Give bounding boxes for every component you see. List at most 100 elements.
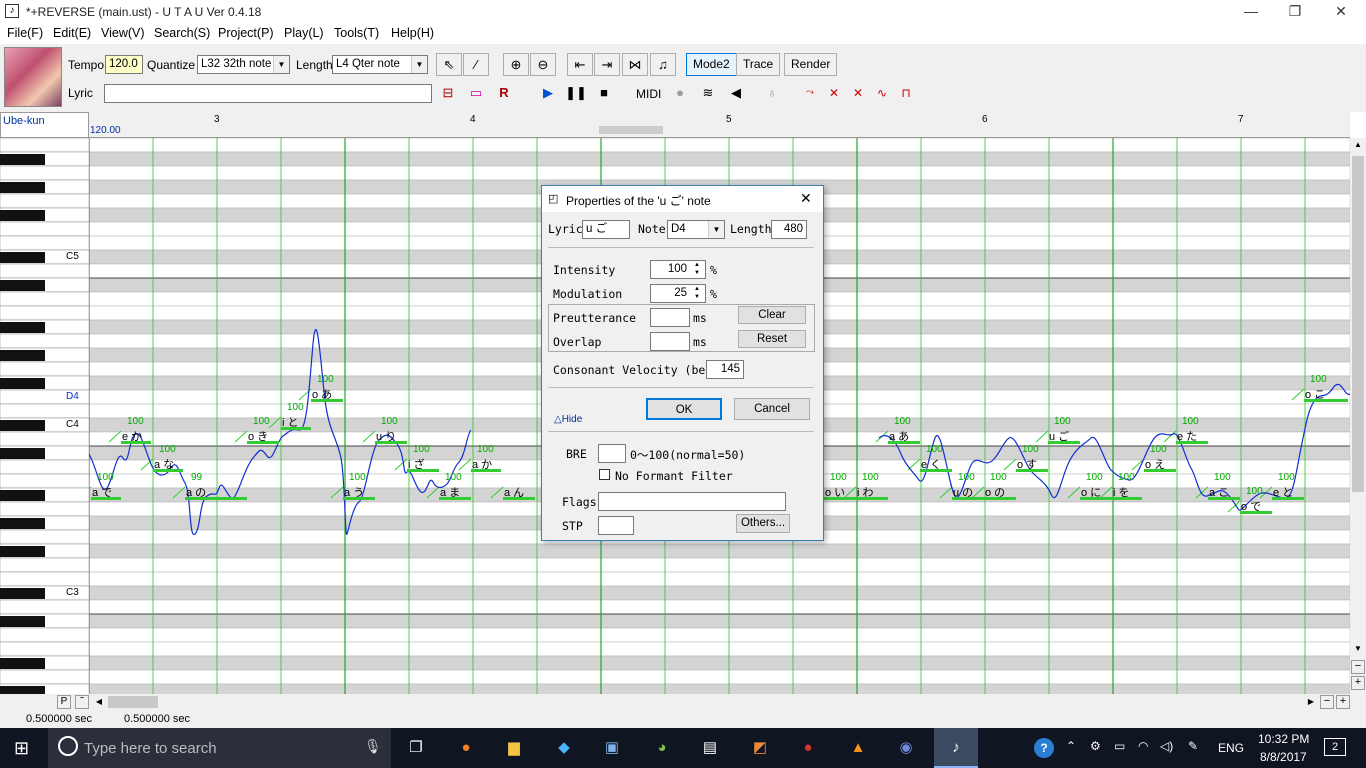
white-key[interactable] bbox=[0, 627, 89, 643]
white-key[interactable] bbox=[0, 641, 89, 657]
mode2-button[interactable]: Mode2 bbox=[686, 53, 737, 76]
white-key[interactable] bbox=[0, 291, 89, 307]
white-key[interactable] bbox=[0, 361, 89, 377]
task-view-icon[interactable]: ❐ bbox=[402, 734, 430, 762]
preutterance-field[interactable] bbox=[650, 308, 690, 327]
bre-field[interactable] bbox=[598, 444, 626, 463]
black-key[interactable] bbox=[0, 350, 45, 361]
rest-note-icon[interactable]: R bbox=[492, 82, 516, 104]
app-icon-paint[interactable]: ▣ bbox=[598, 734, 626, 762]
others-button[interactable]: Others... bbox=[736, 514, 790, 533]
zoom-vertical-out-icon[interactable]: − bbox=[1351, 660, 1365, 674]
black-key[interactable] bbox=[0, 280, 45, 291]
note-lyric[interactable]: o で bbox=[1241, 498, 1261, 514]
white-key[interactable] bbox=[0, 669, 89, 685]
hide-link[interactable]: △Hide bbox=[554, 414, 582, 425]
white-key[interactable] bbox=[0, 193, 89, 209]
plugin-opt-icon[interactable]: ∿ bbox=[870, 82, 894, 104]
app-icon-leaf[interactable]: ◕ bbox=[648, 734, 676, 762]
scroll-left-icon[interactable]: ◀ bbox=[92, 695, 106, 709]
note-lyric[interactable]: a あ bbox=[889, 428, 909, 444]
zoom-vertical-in-icon[interactable]: + bbox=[1351, 676, 1365, 690]
piano-keyboard[interactable]: C5 D4 C4 C3 bbox=[0, 138, 89, 694]
note-lyric[interactable]: e た bbox=[1177, 428, 1197, 444]
pause-icon[interactable]: ❚❚ bbox=[564, 82, 588, 104]
fl-studio-icon[interactable]: ▲ bbox=[844, 734, 872, 762]
audio-editor-icon[interactable]: ◩ bbox=[746, 734, 774, 762]
language-indicator[interactable]: ENG bbox=[1218, 741, 1244, 755]
black-key[interactable] bbox=[0, 182, 45, 193]
white-key[interactable] bbox=[0, 459, 89, 475]
wifi-icon[interactable]: ◠ bbox=[1138, 739, 1148, 753]
white-key[interactable] bbox=[0, 138, 89, 153]
firefox-icon[interactable]: ● bbox=[452, 734, 480, 762]
note-lyric[interactable]: e と bbox=[1273, 484, 1293, 500]
black-key[interactable] bbox=[0, 420, 45, 431]
scroll-right-icon[interactable]: ▶ bbox=[1304, 695, 1318, 709]
black-key[interactable] bbox=[0, 154, 45, 165]
trace-button[interactable]: Trace bbox=[736, 53, 781, 76]
modulation-spinner-icon[interactable]: ▲ ▼ bbox=[690, 285, 704, 302]
clear-button[interactable]: Clear bbox=[738, 306, 806, 324]
envelope-toggle-button[interactable]: ˜ bbox=[75, 695, 89, 709]
help-icon[interactable]: ? bbox=[1034, 738, 1054, 758]
cancel-button[interactable]: Cancel bbox=[734, 398, 810, 420]
vertical-scrollbar[interactable]: ▲ ▼ − + bbox=[1350, 138, 1366, 694]
plugin-acpt-icon[interactable]: ⤳ bbox=[798, 82, 822, 104]
loop-icon[interactable]: ≋ bbox=[696, 82, 720, 104]
menu-tools[interactable]: Tools(T) bbox=[334, 26, 379, 40]
white-key[interactable] bbox=[0, 431, 89, 447]
pitch-toggle-button[interactable]: P bbox=[57, 695, 71, 709]
black-key[interactable] bbox=[0, 518, 45, 529]
speaker-icon[interactable]: ◀ bbox=[724, 82, 748, 104]
white-key[interactable] bbox=[0, 501, 89, 517]
black-key[interactable] bbox=[0, 588, 45, 599]
black-key[interactable] bbox=[0, 616, 45, 627]
vertical-scroll-thumb[interactable] bbox=[1352, 156, 1364, 492]
menu-project[interactable]: Project(P) bbox=[218, 26, 274, 40]
pencil-tool-button[interactable]: ∕ bbox=[463, 53, 489, 76]
white-key[interactable] bbox=[0, 333, 89, 349]
horizontal-position-marker[interactable] bbox=[599, 126, 663, 134]
stop-icon[interactable]: ■ bbox=[592, 82, 616, 104]
note-lyric[interactable]: u ご bbox=[1049, 428, 1069, 444]
zoom-in-button[interactable]: ⊕ bbox=[503, 53, 529, 76]
menu-view[interactable]: View(V) bbox=[101, 26, 145, 40]
stp-field[interactable] bbox=[598, 516, 634, 535]
volume-icon[interactable]: ◁) bbox=[1160, 739, 1173, 753]
white-key[interactable] bbox=[0, 235, 89, 251]
length-select[interactable]: L4 Qter note ▼ bbox=[332, 55, 428, 74]
scroll-down-icon[interactable]: ▼ bbox=[1350, 644, 1366, 658]
note-lyric[interactable]: e く bbox=[921, 456, 941, 472]
note-lyric[interactable]: o に bbox=[1081, 484, 1101, 500]
menu-play[interactable]: Play(L) bbox=[284, 26, 324, 40]
windows-start-icon[interactable]: ⊞ bbox=[14, 738, 34, 758]
menu-edit[interactable]: Edit(E) bbox=[53, 26, 91, 40]
note-lyric[interactable]: u の bbox=[953, 484, 973, 500]
black-key[interactable] bbox=[0, 546, 45, 557]
note-lyric[interactable]: o す bbox=[1017, 456, 1037, 472]
clock-time[interactable]: 10:32 PM bbox=[1258, 732, 1309, 746]
shrink-notes-button[interactable]: ⋈ bbox=[622, 53, 648, 76]
note-lyric[interactable]: i ざ bbox=[408, 456, 425, 472]
note-select[interactable]: D4 ▼ bbox=[667, 220, 725, 239]
plugin-p2p4-icon[interactable]: ✕ bbox=[846, 82, 870, 104]
white-key[interactable] bbox=[0, 529, 89, 545]
note-lyric[interactable]: u り bbox=[376, 428, 396, 444]
tempo-input[interactable]: 120.0 bbox=[105, 55, 143, 74]
goto-start-button[interactable]: ⇤ bbox=[567, 53, 593, 76]
note-lyric[interactable]: o こ bbox=[1305, 386, 1325, 402]
zoom-horizontal-out-icon[interactable]: − bbox=[1320, 695, 1334, 709]
note-lyric[interactable]: o あ bbox=[312, 386, 332, 402]
length-field[interactable]: 480 bbox=[771, 220, 807, 239]
note-lyric[interactable]: a な bbox=[154, 456, 174, 472]
discord-icon[interactable]: ◉ bbox=[892, 734, 920, 762]
white-key[interactable] bbox=[0, 221, 89, 237]
close-button[interactable]: ✕ bbox=[1318, 0, 1364, 24]
ok-button[interactable]: OK bbox=[646, 398, 722, 420]
clock-date[interactable]: 8/8/2017 bbox=[1260, 750, 1307, 764]
menu-help[interactable]: Help(H) bbox=[391, 26, 434, 40]
note-lyric[interactable]: a で bbox=[92, 484, 112, 500]
note-lyric[interactable]: a か bbox=[472, 456, 492, 472]
zoom-out-button[interactable]: ⊖ bbox=[530, 53, 556, 76]
